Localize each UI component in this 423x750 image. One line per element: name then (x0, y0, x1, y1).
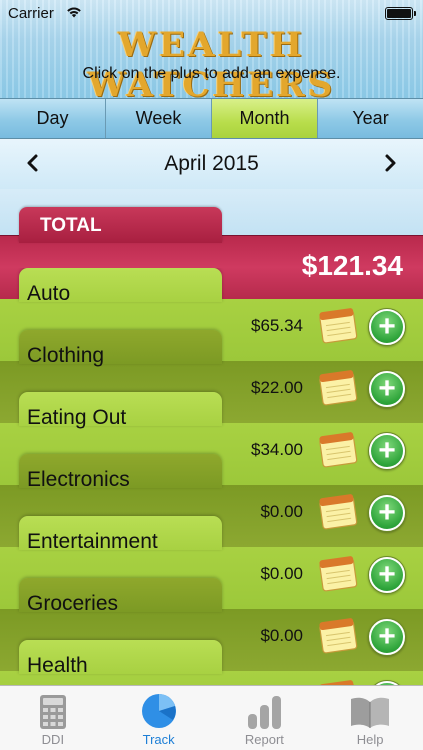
tabbar-item-track[interactable]: Track (106, 686, 212, 750)
period-tabs: Day Week Month Year (0, 98, 423, 139)
header-instructions: Click on the plus to add an expense. (82, 65, 341, 82)
bar-chart-icon (248, 696, 282, 729)
chevron-right-icon[interactable] (379, 152, 401, 174)
tab-day[interactable]: Day (0, 99, 106, 138)
pie-chart-icon (141, 694, 176, 728)
calculator-icon (39, 695, 66, 729)
tab-month[interactable]: Month (212, 99, 318, 138)
total-folder-tab: TOTAL (19, 207, 222, 243)
carrier-label: Carrier (8, 5, 54, 22)
tab-week[interactable]: Week (106, 99, 212, 138)
tabbar-label: Help (356, 732, 384, 747)
total-label: TOTAL (40, 215, 102, 236)
category-row-clothing[interactable]: Clothing $22.00 + (0, 330, 423, 423)
category-label: Eating Out (27, 406, 127, 429)
status-bar: Carrier (0, 0, 423, 26)
category-label: Entertainment (27, 530, 158, 553)
category-row-auto[interactable]: Auto $65.34 + (0, 268, 423, 361)
tabbar-label: DDI (41, 732, 65, 747)
category-row-health[interactable]: Health + (0, 640, 423, 685)
category-label: Health (27, 654, 88, 677)
category-row-eating-out[interactable]: Eating Out $34.00 + (0, 392, 423, 485)
current-month-label: April 2015 (164, 152, 259, 175)
tab-year[interactable]: Year (318, 99, 423, 138)
category-list: Auto $65.34 + Clothing $22.00 + Eating O… (0, 268, 423, 685)
plus-icon: + (371, 683, 403, 685)
month-navigator: April 2015 (0, 139, 423, 189)
category-row-electronics[interactable]: Electronics $0.00 + (0, 454, 423, 547)
category-label: Groceries (27, 592, 119, 615)
category-row-entertainment[interactable]: Entertainment $0.00 + (0, 516, 423, 609)
category-row-groceries[interactable]: Groceries $0.00 + (0, 578, 423, 671)
battery-icon (385, 7, 416, 20)
tabbar-item-ddi[interactable]: DDI (0, 686, 106, 750)
tabbar-item-help[interactable]: Help (317, 686, 423, 750)
category-label: Auto (27, 282, 71, 305)
category-label: Electronics (27, 468, 130, 491)
wifi-icon (67, 7, 81, 18)
bottom-tab-bar: DDI Track Report Help (0, 685, 423, 750)
book-icon (351, 697, 390, 728)
tabbar-label: Report (244, 732, 284, 747)
tabbar-label: Track (142, 732, 175, 747)
tabbar-item-report[interactable]: Report (212, 686, 318, 750)
app-header: Carrier WEALTH WATCHERS Click on the plu… (0, 0, 423, 98)
app-logo-title: WEALTH WATCHERS (87, 25, 336, 98)
category-label: Clothing (27, 344, 105, 367)
